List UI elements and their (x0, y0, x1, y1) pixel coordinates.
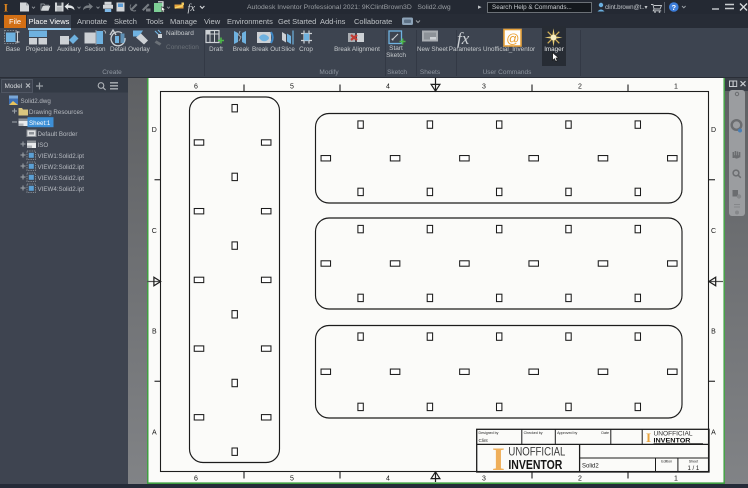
svg-text:Sheet:1: Sheet:1 (29, 120, 51, 127)
svg-text:I: I (646, 430, 651, 445)
svg-text:1: 1 (674, 475, 678, 482)
svg-text:6: 6 (194, 84, 198, 91)
svg-text:4: 4 (386, 84, 390, 91)
svg-text:Checked by: Checked by (524, 431, 543, 435)
svg-text:VIEW2:Solid2.ipt: VIEW2:Solid2.ipt (38, 164, 85, 171)
svg-text:6: 6 (194, 475, 198, 482)
svg-text:VIEW3:Solid2.ipt: VIEW3:Solid2.ipt (38, 175, 85, 182)
svg-text:A: A (711, 429, 716, 436)
svg-text:INVENTOR: INVENTOR (508, 458, 562, 472)
svg-text:5: 5 (290, 84, 294, 91)
svg-text:D: D (152, 127, 157, 134)
svg-text:C: C (711, 228, 716, 235)
svg-text:VIEW4:Solid2.ipt: VIEW4:Solid2.ipt (38, 186, 85, 193)
svg-text:Approved by: Approved by (557, 431, 577, 435)
svg-text:Model: Model (5, 83, 23, 90)
svg-text:A: A (152, 429, 157, 436)
svg-text:2: 2 (578, 84, 582, 91)
svg-text:Solid2: Solid2 (582, 463, 599, 469)
svg-text:Default Border: Default Border (38, 131, 78, 138)
svg-text:3: 3 (482, 84, 486, 91)
svg-text:B: B (711, 329, 716, 336)
svg-text:fx: fx (188, 3, 196, 14)
svg-text:1 / 1: 1 / 1 (688, 466, 700, 472)
svg-text:5: 5 (290, 475, 294, 482)
svg-text:3: 3 (482, 475, 486, 482)
svg-text:4: 4 (386, 475, 390, 482)
svg-text:Edition: Edition (661, 460, 672, 464)
svg-text:2: 2 (578, 475, 582, 482)
svg-text:Clint: Clint (479, 438, 489, 443)
svg-text:D: D (711, 127, 716, 134)
svg-text:C: C (152, 228, 157, 235)
svg-text:Solid2.dwg: Solid2.dwg (21, 98, 52, 105)
svg-text:UNOFFICIAL: UNOFFICIAL (508, 447, 565, 459)
svg-text:B: B (152, 329, 157, 336)
svg-text:ISO: ISO (38, 142, 49, 149)
svg-text:Sheet: Sheet (689, 460, 698, 464)
svg-text:Drawing Resources: Drawing Resources (29, 109, 83, 116)
svg-text:I: I (4, 1, 9, 15)
svg-text:I: I (492, 442, 505, 478)
svg-text:Date: Date (601, 431, 609, 435)
svg-text:1: 1 (674, 84, 678, 91)
svg-text:@: @ (506, 31, 519, 46)
svg-text:Designed by: Designed by (479, 431, 499, 435)
svg-text:?: ? (672, 3, 677, 12)
svg-text:VIEW1:Solid2.ipt: VIEW1:Solid2.ipt (38, 153, 85, 160)
